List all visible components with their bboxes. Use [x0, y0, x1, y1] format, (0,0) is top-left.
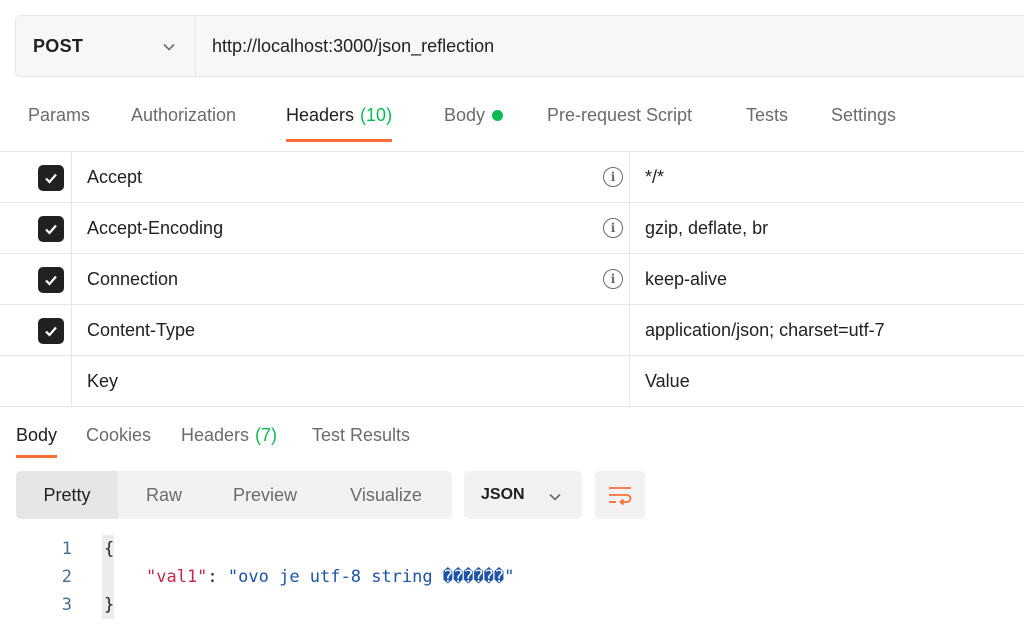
check-icon [45, 275, 57, 286]
info-icon[interactable]: i [603, 167, 623, 187]
line-number: 1 [61, 539, 72, 559]
header-value: application/json; charset=utf-7 [645, 319, 885, 340]
view-preview-button[interactable]: Preview [210, 471, 320, 519]
view-mode-segmented: Pretty Raw Preview Visualize [16, 471, 452, 519]
json-key: "val1" [146, 567, 208, 587]
header-value-cell[interactable]: keep-alive [630, 254, 1024, 304]
tab-cookies[interactable]: Cookies [86, 412, 151, 458]
tab-tests[interactable]: Tests [746, 88, 788, 142]
check-icon [45, 173, 57, 184]
tab-params[interactable]: Params [28, 88, 90, 142]
code-text: } [104, 595, 115, 615]
request-url-bar: POST http://localhost:3000/json_reflecti… [15, 15, 1024, 77]
header-key: Accept-Encoding [87, 217, 224, 238]
format-select[interactable]: JSON [464, 471, 582, 519]
view-visualize-button[interactable]: Visualize [320, 471, 452, 519]
code-line: 2 "val1": "ovo je utf-8 string ������" [0, 563, 1024, 591]
check-icon [45, 326, 57, 337]
json-colon: : [207, 567, 228, 587]
header-value: keep-alive [645, 268, 728, 289]
line-number: 3 [61, 595, 72, 615]
response-tabs: Body Cookies Headers (7) Test Results [0, 412, 1024, 458]
format-select-value: JSON [481, 486, 525, 503]
code-line: 3 } [0, 591, 1024, 619]
chevron-down-icon [163, 43, 175, 51]
tab-settings[interactable]: Settings [831, 88, 896, 142]
header-value-cell[interactable]: application/json; charset=utf-7 [630, 305, 1024, 355]
header-value: */* [645, 166, 665, 187]
header-enabled-checkbox[interactable] [38, 318, 64, 344]
tab-response-headers-label: Headers [181, 424, 250, 445]
table-row-new: Key Value [0, 356, 1024, 407]
table-row: Accept i */* [0, 152, 1024, 203]
check-icon [45, 224, 57, 235]
tab-body-label: Body [444, 104, 486, 125]
tab-test-results[interactable]: Test Results [312, 412, 410, 458]
method-label: POST [33, 35, 84, 56]
chevron-down-icon [549, 493, 561, 501]
line-number: 2 [61, 567, 72, 587]
request-tabs: Params Authorization Headers (10) Body Pr… [0, 88, 1024, 142]
header-enabled-checkbox[interactable] [38, 216, 64, 242]
header-enabled-checkbox[interactable] [38, 267, 64, 293]
code-line: 1 { [0, 535, 1024, 563]
wrap-lines-button[interactable] [595, 471, 645, 519]
view-pretty-button[interactable]: Pretty [16, 471, 118, 519]
header-value: gzip, deflate, br [645, 217, 769, 238]
header-key: Accept [87, 166, 143, 187]
tab-headers[interactable]: Headers (10) [286, 88, 393, 142]
header-key-cell[interactable]: Accept i [72, 152, 630, 202]
tab-authorization[interactable]: Authorization [131, 88, 236, 142]
header-key-cell[interactable]: Accept-Encoding i [72, 203, 630, 253]
header-key-cell[interactable]: Connection i [72, 254, 630, 304]
view-raw-button[interactable]: Raw [118, 471, 210, 519]
code-text: "val1": "ovo je utf-8 string ������" [146, 567, 514, 587]
tab-response-body[interactable]: Body [16, 412, 58, 458]
header-value-cell[interactable]: */* [630, 152, 1024, 202]
table-row: Accept-Encoding i gzip, deflate, br [0, 203, 1024, 254]
tab-response-headers[interactable]: Headers (7) [181, 412, 277, 458]
header-key-cell[interactable]: Content-Type [72, 305, 630, 355]
url-input[interactable]: http://localhost:3000/json_reflection [196, 16, 1024, 76]
wrap-lines-icon [609, 487, 632, 506]
headers-table: Accept i */* Accept-Encoding i gzip, def… [0, 151, 1024, 407]
header-enabled-checkbox[interactable] [38, 165, 64, 191]
tab-prerequest-script[interactable]: Pre-request Script [547, 88, 692, 142]
json-string: "ovo je utf-8 string ������" [227, 567, 515, 587]
info-icon[interactable]: i [603, 269, 623, 289]
header-key: Content-Type [87, 319, 196, 340]
new-header-value-input[interactable]: Value [630, 356, 1024, 406]
table-row: Connection i keep-alive [0, 254, 1024, 305]
headers-count-badge: (10) [360, 104, 393, 125]
tab-headers-label: Headers [286, 104, 355, 125]
table-row: Content-Type application/json; charset=u… [0, 305, 1024, 356]
info-icon[interactable]: i [603, 218, 623, 238]
method-select[interactable]: POST [16, 16, 196, 76]
body-indicator-dot [492, 109, 504, 121]
header-value-cell[interactable]: gzip, deflate, br [630, 203, 1024, 253]
new-header-key-input[interactable]: Key [72, 356, 630, 406]
tab-body[interactable]: Body [444, 88, 504, 142]
code-text: { [104, 539, 115, 559]
header-key: Connection [87, 268, 179, 289]
response-headers-count-badge: (7) [255, 424, 278, 445]
response-body-code: 1 { 2 "val1": "ovo je utf-8 string �����… [0, 535, 1024, 619]
